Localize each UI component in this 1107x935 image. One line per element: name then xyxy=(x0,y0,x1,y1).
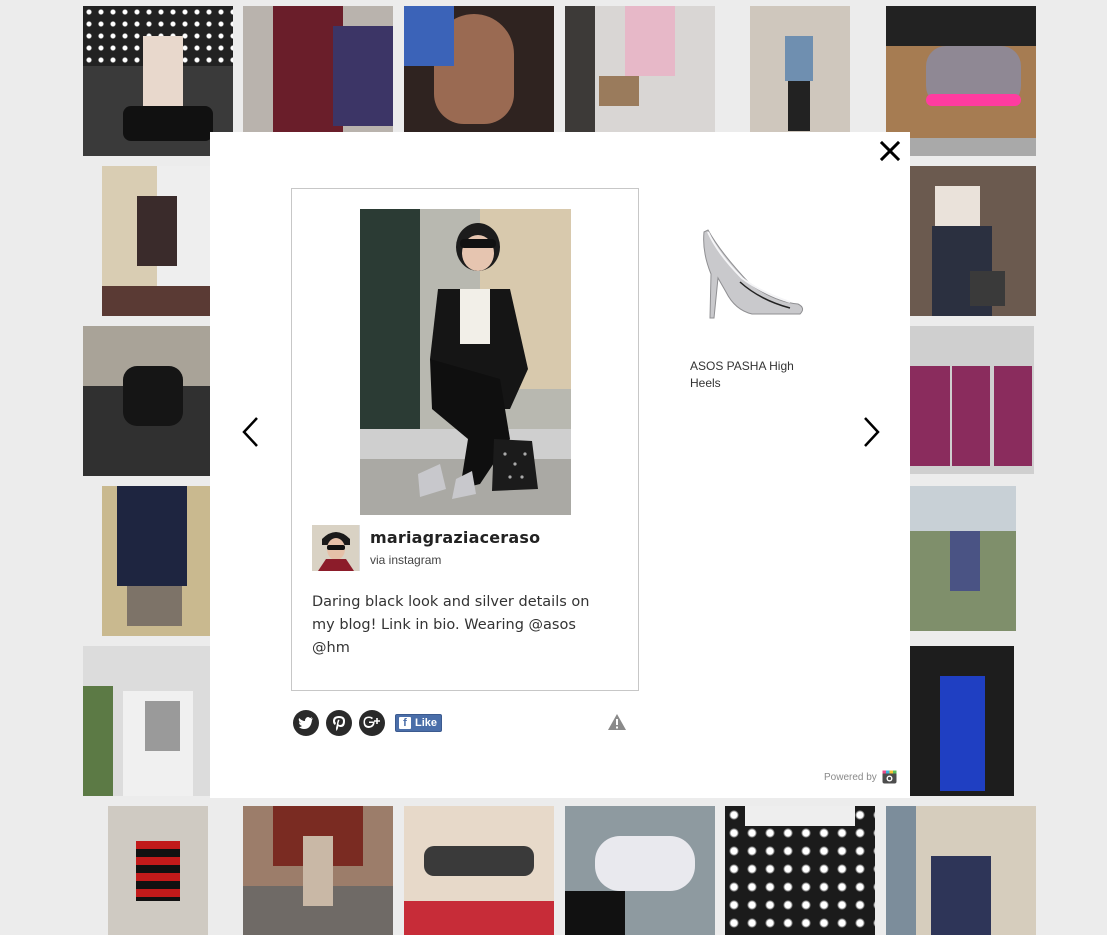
facebook-like-button[interactable]: f Like xyxy=(395,714,442,732)
powered-by-link[interactable]: Powered by xyxy=(824,770,897,784)
gallery-tile[interactable] xyxy=(83,326,210,476)
gallery-tile[interactable] xyxy=(102,166,210,316)
camera-logo-icon xyxy=(882,770,897,784)
post-photo-image xyxy=(360,209,571,515)
gallery-tile[interactable] xyxy=(404,6,554,132)
lightbox-modal: mariagraziaceraso via instagram Daring b… xyxy=(210,132,910,798)
gallery-tile[interactable] xyxy=(565,806,715,935)
gallery-tile[interactable] xyxy=(404,806,554,935)
gallery-tile[interactable] xyxy=(910,326,1034,474)
twitter-share-button[interactable] xyxy=(293,710,319,736)
gallery-tile[interactable] xyxy=(910,486,1016,631)
post-source: via instagram xyxy=(370,553,442,567)
gallery-tile[interactable] xyxy=(108,806,208,935)
post-card: mariagraziaceraso via instagram Daring b… xyxy=(291,188,639,691)
google-plus-share-button[interactable] xyxy=(359,710,385,736)
gallery-tile[interactable] xyxy=(725,806,875,935)
like-label: Like xyxy=(415,717,438,729)
powered-by-label: Powered by xyxy=(824,771,877,783)
warning-icon xyxy=(608,714,626,730)
twitter-icon xyxy=(298,717,313,729)
product-name[interactable]: ASOS PASHA High Heels xyxy=(690,358,810,392)
gallery-tile[interactable] xyxy=(886,806,1036,935)
username[interactable]: mariagraziaceraso xyxy=(370,528,540,547)
post-author: mariagraziaceraso via instagram xyxy=(312,525,612,575)
gallery-tile[interactable] xyxy=(565,6,715,132)
post-caption: Daring black look and silver details on … xyxy=(312,594,590,656)
chevron-right-icon xyxy=(864,417,880,447)
facebook-icon: f xyxy=(399,717,411,729)
gallery-tile[interactable] xyxy=(910,646,1014,796)
avatar-image xyxy=(312,525,359,571)
google-plus-icon xyxy=(363,716,380,728)
close-icon xyxy=(879,140,901,162)
gallery-tile[interactable] xyxy=(102,486,210,636)
avatar[interactable] xyxy=(312,525,360,571)
close-button[interactable] xyxy=(877,138,903,164)
gallery-tile[interactable] xyxy=(243,806,393,935)
share-bar: f Like xyxy=(293,710,633,736)
previous-button[interactable] xyxy=(237,414,267,450)
product-image xyxy=(703,229,804,319)
pinterest-share-button[interactable] xyxy=(326,710,352,736)
pinterest-icon xyxy=(333,716,345,731)
gallery-tile[interactable] xyxy=(750,6,850,132)
gallery-tile[interactable] xyxy=(910,166,1036,316)
post-photo[interactable] xyxy=(360,209,571,515)
gallery-tile[interactable] xyxy=(83,646,210,796)
next-button[interactable] xyxy=(855,414,885,450)
gallery-tile[interactable] xyxy=(243,6,393,132)
chevron-left-icon xyxy=(242,417,258,447)
report-button[interactable] xyxy=(607,713,627,731)
product-item[interactable]: ASOS PASHA High Heels xyxy=(690,222,810,402)
